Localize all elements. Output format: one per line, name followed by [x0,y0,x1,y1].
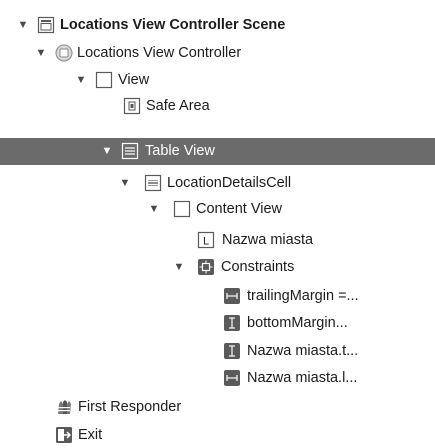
outline-row-location-details-cell[interactable]: ▼ LocationDetailsCell [0,170,435,196]
outline-row-label: Nazwa miasta [222,232,314,248]
outline-row-label: Constraints [221,259,295,275]
outline-row-scene[interactable]: ▼ Locations View Controller Scene [0,12,435,38]
disclosure-triangle-icon[interactable]: ▼ [16,12,30,38]
constraints-icon [197,258,215,276]
disclosure-triangle-icon[interactable]: ▼ [100,138,114,164]
outline-row-label: bottomMargin... [247,315,348,331]
label-icon: L [197,231,215,249]
outline-row-table-view[interactable]: ▼ Table View [0,138,435,165]
outline-row-first-responder[interactable]: First Responder [0,394,435,420]
outline-row-constraints[interactable]: ▼ Constraints [0,254,435,280]
disclosure-triangle-icon[interactable]: ▼ [172,254,186,280]
outline-row-nazwa-miasta-label[interactable]: L Nazwa miasta [0,227,435,253]
table-view-icon [121,142,139,160]
outline-row-view-controller[interactable]: ▼ Locations View Controller [0,40,435,66]
outline-row-label: Table View [145,143,215,159]
disclosure-triangle-icon[interactable]: ▼ [118,170,132,196]
view-icon [95,71,113,89]
view-controller-icon [55,44,73,62]
view-icon [173,200,191,218]
scene-icon [37,16,55,34]
outline-row-constraint-bottom[interactable]: bottomMargin... [0,310,435,336]
disclosure-triangle-icon[interactable]: ▼ [34,40,48,66]
constraint-vertical-icon [223,314,241,332]
disclosure-triangle-icon[interactable]: ▼ [74,67,88,93]
outline-row-label: Locations View Controller [77,45,242,61]
constraint-vertical-icon [223,342,241,360]
svg-text:L: L [203,236,209,248]
outline-row-constraint-trailing[interactable]: trailingMargin =... [0,283,435,309]
first-responder-icon [55,398,73,416]
disclosure-triangle-icon[interactable]: ▼ [147,196,161,222]
outline-row-label: Nazwa miasta.l... [247,370,358,386]
outline-row-exit[interactable]: Exit [0,422,435,448]
constraint-horizontal-icon [223,287,241,305]
constraint-horizontal-icon [223,369,241,387]
outline-row-label: Content View [196,201,282,217]
outline-row-content-view[interactable]: ▼ Content View [0,196,435,222]
outline-row-label: View [118,72,150,88]
outline-row-safe-area[interactable]: Safe Area [0,93,435,119]
exit-icon [55,426,73,444]
safe-area-icon [123,97,141,115]
outline-row-label: First Responder [78,399,182,415]
outline-row-label: Nazwa miasta.t... [247,343,359,359]
outline-row-view[interactable]: ▼ View [0,67,435,93]
outline-row-label: Safe Area [146,98,210,114]
outline-row-label: Locations View Controller Scene [60,17,286,33]
outline-row-label: trailingMargin =... [247,288,359,304]
outline-row-constraint-nazwa-t[interactable]: Nazwa miasta.t... [0,338,435,364]
outline-row-label: LocationDetailsCell [167,175,292,191]
outline-row-constraint-nazwa-l[interactable]: Nazwa miasta.l... [0,365,435,391]
outline-row-label: Exit [78,427,103,443]
table-cell-icon [144,174,162,192]
document-outline: ▼ Locations View Controller Scene ▼ Loca… [0,0,435,448]
